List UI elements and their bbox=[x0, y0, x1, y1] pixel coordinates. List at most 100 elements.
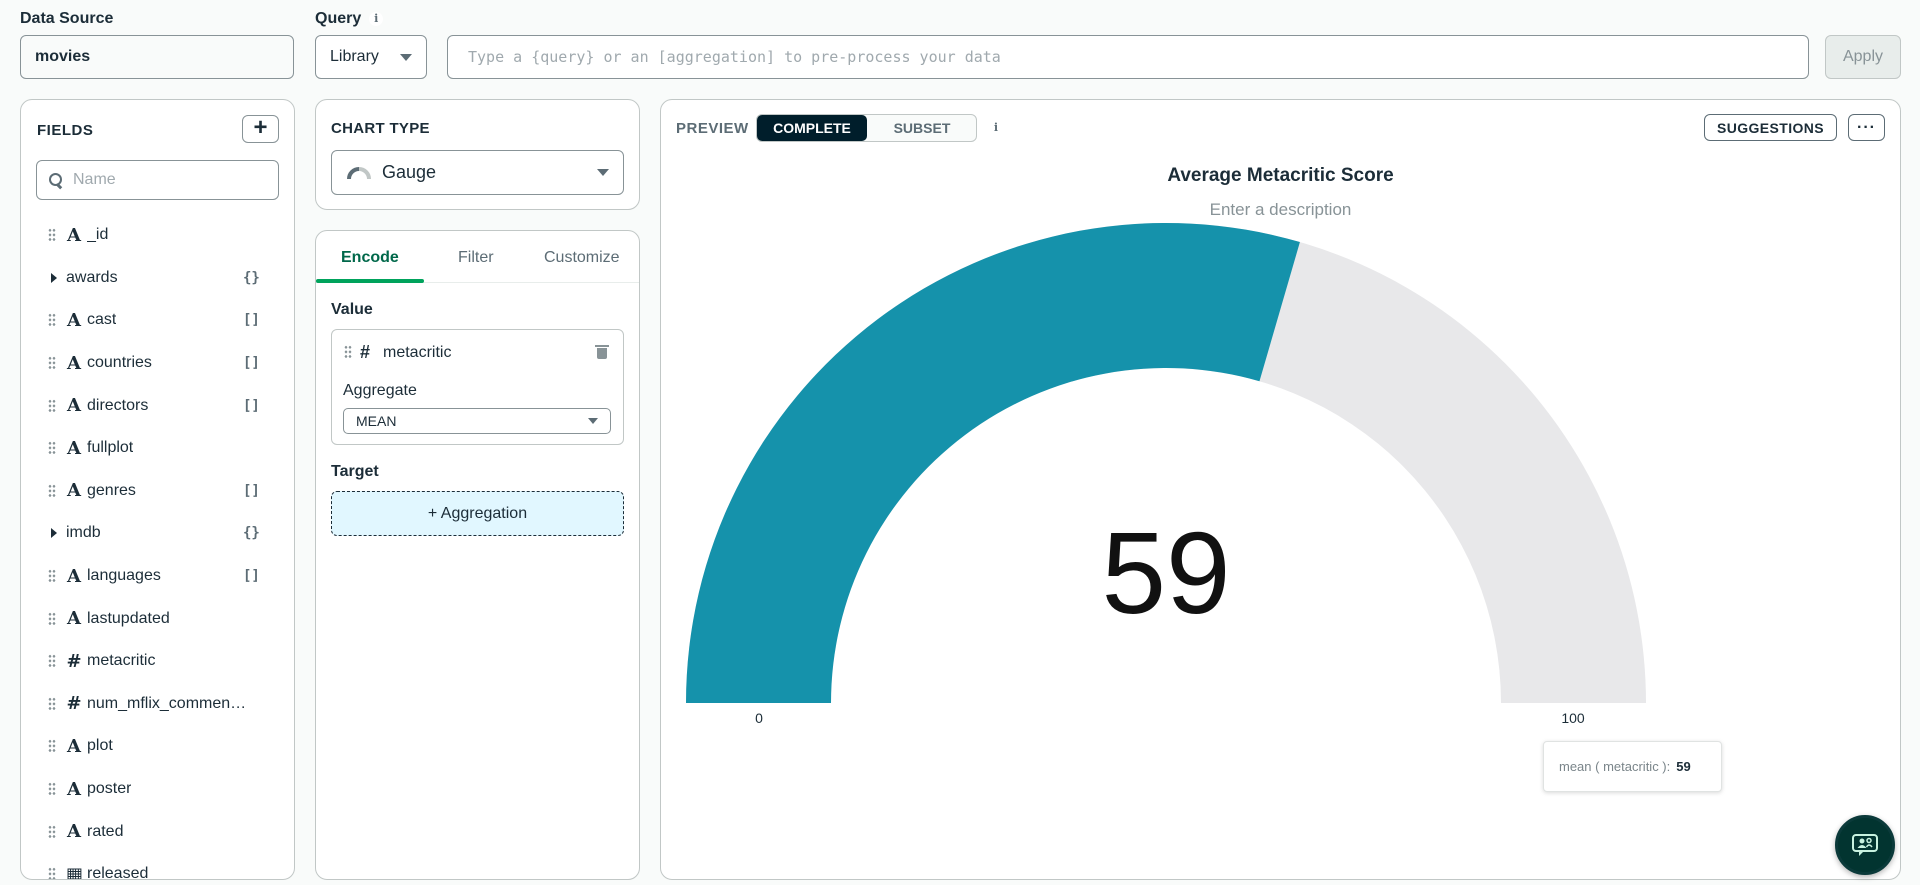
field-item[interactable]: Agenres [] bbox=[21, 470, 294, 513]
gauge-icon bbox=[347, 166, 371, 179]
tooltip-value: 59 bbox=[1676, 759, 1691, 774]
drag-handle-icon[interactable] bbox=[48, 782, 56, 797]
field-item[interactable]: Acast [] bbox=[21, 299, 294, 342]
field-name: rated bbox=[87, 822, 124, 840]
field-name: languages bbox=[87, 567, 161, 585]
field-name: released bbox=[87, 865, 149, 880]
field-item[interactable]: Afullplot bbox=[21, 427, 294, 470]
chat-support-icon bbox=[1852, 834, 1878, 856]
field-name: awards bbox=[66, 268, 118, 286]
field-list: A _id awards{} Acast[] Acountries[] Adirector… bbox=[21, 214, 294, 880]
drag-handle-icon[interactable] bbox=[48, 483, 56, 498]
array-badge: [] bbox=[243, 568, 260, 585]
string-type-icon: A bbox=[67, 309, 81, 331]
drag-handle-icon[interactable] bbox=[48, 441, 56, 456]
field-item[interactable]: Alastupdated bbox=[21, 597, 294, 640]
field-name: poster bbox=[87, 780, 132, 798]
chart-type-select[interactable]: Gauge bbox=[331, 150, 624, 195]
drag-handle-icon[interactable] bbox=[344, 345, 352, 359]
drag-handle-icon[interactable] bbox=[48, 569, 56, 584]
array-badge: [] bbox=[243, 355, 260, 372]
calendar-icon: ▦ bbox=[66, 863, 84, 880]
field-name: fullplot bbox=[87, 439, 134, 457]
aggregate-select[interactable]: MEAN bbox=[343, 408, 611, 434]
tooltip-label: mean ( metacritic ): bbox=[1559, 759, 1671, 774]
field-name: countries bbox=[87, 354, 152, 372]
string-type-icon: A bbox=[67, 821, 81, 843]
string-type-icon: A bbox=[67, 565, 81, 587]
chevron-down-icon bbox=[588, 418, 598, 424]
array-badge: [] bbox=[243, 397, 260, 414]
encode-tabs: Encode Filter Customize bbox=[316, 231, 639, 283]
query-input[interactable]: Type a {query} or an [aggregation] to pr… bbox=[447, 35, 1809, 79]
tab-filter[interactable]: Filter bbox=[458, 249, 494, 267]
field-name: lastupdated bbox=[87, 609, 170, 627]
value-label: Value bbox=[331, 301, 373, 318]
data-source-label: Data Source bbox=[20, 10, 114, 27]
chart-type-title: CHART TYPE bbox=[331, 120, 430, 137]
field-item[interactable]: Alanguages [] bbox=[21, 555, 294, 598]
value-encoding-card: # metacritic Aggregate MEAN bbox=[331, 329, 624, 445]
expand-caret-icon[interactable] bbox=[51, 272, 57, 283]
field-item[interactable]: Adirectors [] bbox=[21, 384, 294, 427]
data-source-selector[interactable]: movies bbox=[20, 35, 294, 79]
string-type-icon: A bbox=[67, 608, 81, 630]
query-label: Query bbox=[315, 10, 362, 27]
apply-button[interactable]: Apply bbox=[1825, 35, 1901, 79]
drag-handle-icon[interactable] bbox=[48, 696, 56, 711]
field-name: directors bbox=[87, 396, 149, 414]
field-search-placeholder: Name bbox=[73, 171, 116, 188]
field-name: metacritic bbox=[87, 652, 156, 670]
chart-type-panel: CHART TYPE Gauge bbox=[315, 99, 640, 210]
encode-panel: Encode Filter Customize Value # metacrit… bbox=[315, 230, 640, 880]
drag-handle-icon[interactable] bbox=[48, 398, 56, 413]
field-item[interactable]: ▦ released bbox=[21, 853, 294, 880]
field-item[interactable]: imdb {} bbox=[21, 512, 294, 555]
field-item[interactable]: awards {} bbox=[21, 257, 294, 300]
chat-support-button[interactable] bbox=[1835, 815, 1895, 875]
fields-title: FIELDS bbox=[37, 122, 94, 139]
tab-customize[interactable]: Customize bbox=[544, 249, 620, 267]
active-tab-indicator bbox=[316, 279, 424, 283]
field-name: genres bbox=[87, 481, 136, 499]
gauge-max-label: 100 bbox=[1561, 710, 1585, 726]
string-type-icon: A bbox=[67, 224, 81, 246]
trash-icon[interactable] bbox=[595, 345, 609, 359]
field-item[interactable]: Arated bbox=[21, 810, 294, 853]
drag-handle-icon[interactable] bbox=[48, 313, 56, 328]
drag-handle-icon[interactable] bbox=[48, 824, 56, 839]
info-icon[interactable]: i bbox=[369, 12, 384, 26]
array-badge: [] bbox=[243, 482, 260, 499]
add-aggregation-button[interactable]: + Aggregation bbox=[331, 491, 624, 536]
drag-handle-icon[interactable] bbox=[48, 228, 56, 243]
field-name: imdb bbox=[66, 524, 101, 542]
drag-handle-icon[interactable] bbox=[48, 356, 56, 371]
add-field-button[interactable]: + bbox=[242, 115, 279, 143]
drag-handle-icon[interactable] bbox=[48, 654, 56, 669]
chart-tooltip: mean ( metacritic ): 59 bbox=[1543, 741, 1722, 792]
target-label: Target bbox=[331, 463, 379, 480]
array-badge: [] bbox=[243, 312, 260, 329]
field-search-input[interactable]: Name bbox=[36, 160, 279, 200]
expand-caret-icon[interactable] bbox=[51, 528, 57, 539]
number-type-icon: # bbox=[360, 342, 371, 362]
aggregate-value: MEAN bbox=[356, 413, 397, 429]
field-item[interactable]: # metacritic bbox=[21, 640, 294, 683]
tab-encode[interactable]: Encode bbox=[341, 249, 399, 267]
drag-handle-icon[interactable] bbox=[48, 867, 56, 879]
string-type-icon: A bbox=[67, 437, 81, 459]
library-label: Library bbox=[330, 48, 379, 65]
drag-handle-icon[interactable] bbox=[48, 739, 56, 754]
drag-handle-icon[interactable] bbox=[48, 611, 56, 626]
field-item[interactable]: Aposter bbox=[21, 768, 294, 811]
search-icon bbox=[49, 173, 63, 187]
field-item[interactable]: Aplot bbox=[21, 725, 294, 768]
field-item[interactable]: Acountries [] bbox=[21, 342, 294, 385]
field-name: _id bbox=[87, 226, 109, 244]
gauge-min-label: 0 bbox=[755, 710, 763, 726]
library-button[interactable]: Library bbox=[315, 35, 427, 79]
chevron-down-icon bbox=[400, 53, 412, 61]
field-item[interactable]: A _id bbox=[21, 214, 294, 257]
field-item[interactable]: # num_mflix_commen… bbox=[21, 683, 294, 726]
string-type-icon: A bbox=[67, 352, 81, 374]
